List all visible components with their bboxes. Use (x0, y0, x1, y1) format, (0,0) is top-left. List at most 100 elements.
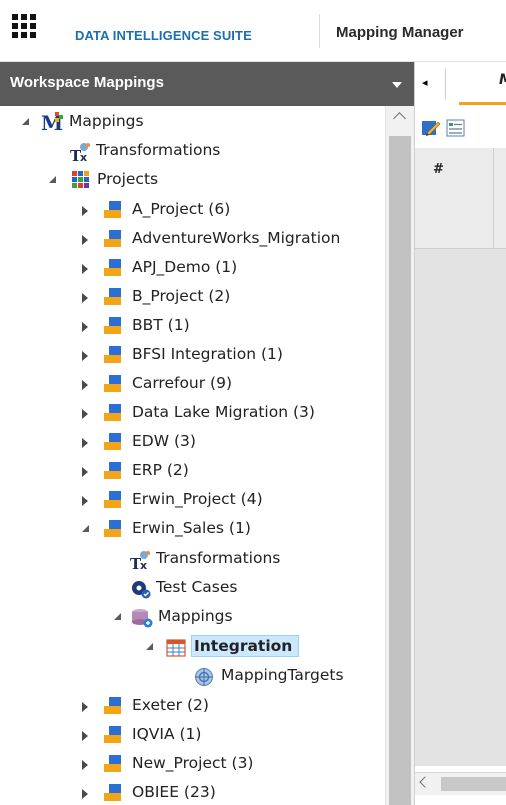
tree-node-project[interactable]: New_Project (3) (0, 750, 385, 778)
mapping-table-icon (166, 639, 186, 657)
transformations-icon: T x (130, 551, 150, 570)
tree-label: BBT (1) (132, 316, 190, 334)
horizontal-scrollbar[interactable] (415, 772, 506, 795)
tab-scroll-left-icon[interactable]: ◂ (422, 76, 428, 89)
tree-node-project[interactable]: IQVIA (1) (0, 721, 385, 749)
collapsed-arrow-icon[interactable] (82, 293, 88, 303)
scroll-up-arrow-icon[interactable] (393, 112, 406, 125)
tree-node-mappings-folder[interactable]: Mappings (0, 603, 385, 631)
tree-label: APJ_Demo (1) (132, 258, 238, 276)
tree-node-project[interactable]: Data Lake Migration (3) (0, 399, 385, 427)
tree-node-mapping-targets[interactable]: MappingTargets (0, 662, 385, 690)
collapsed-arrow-icon[interactable] (82, 380, 88, 390)
transformations-icon: T x (70, 143, 90, 162)
toolbar (415, 106, 506, 149)
tree-label: Erwin_Project (4) (132, 490, 263, 508)
expanded-arrow-icon[interactable] (22, 118, 29, 125)
collapsed-arrow-icon[interactable] (82, 731, 88, 741)
expanded-arrow-icon[interactable] (114, 613, 121, 620)
brand-label[interactable]: DATA INTELLIGENCE SUITE (75, 28, 252, 43)
tree-node-project[interactable]: BBT (1) (0, 312, 385, 340)
scrollbar-thumb[interactable] (389, 136, 411, 805)
tree-node-project[interactable]: Exeter (2) (0, 692, 385, 720)
svg-text:x: x (140, 559, 147, 570)
collapsed-arrow-icon[interactable] (82, 206, 88, 216)
column-header-number: # (433, 162, 444, 177)
tree-node-project[interactable]: Carrefour (9) (0, 370, 385, 398)
tree-label: Projects (97, 170, 159, 188)
project-icon (104, 259, 121, 276)
tree-label: A_Project (6) (132, 200, 231, 218)
tree-node-test-cases[interactable]: Test Cases (0, 574, 385, 602)
tree-node-project[interactable]: OBIEE (23) (0, 779, 385, 805)
collapsed-arrow-icon[interactable] (82, 322, 88, 332)
collapsed-arrow-icon[interactable] (82, 264, 88, 274)
app-title: Mapping Manager (336, 24, 464, 41)
app-menu-grid-icon[interactable] (12, 14, 36, 38)
collapsed-arrow-icon[interactable] (82, 351, 88, 361)
tree-label: Transformations (156, 549, 281, 567)
tree-label: Exeter (2) (132, 696, 209, 714)
tab-divider (445, 68, 446, 100)
tree-node-project[interactable]: B_Project (2) (0, 283, 385, 311)
tree-label: OBIEE (23) (132, 783, 216, 801)
column-divider[interactable] (493, 148, 494, 248)
collapsed-arrow-icon[interactable] (82, 467, 88, 477)
scroll-left-arrow-icon[interactable] (419, 776, 431, 788)
collapsed-arrow-icon[interactable] (82, 496, 88, 506)
tree-node-project[interactable]: ERP (2) (0, 457, 385, 485)
svg-text:M: M (41, 111, 63, 133)
tree-node-integration-selected[interactable]: Integration (0, 633, 385, 661)
tab-label: M (499, 72, 506, 88)
tree-node-project[interactable]: AdventureWorks_Migration (0, 225, 385, 253)
mappings-database-icon (132, 609, 153, 628)
project-icon (104, 230, 121, 247)
tree-node-transformations[interactable]: T x Transformations (0, 137, 385, 165)
tree-node-root-mappings[interactable]: M Mappings (0, 108, 385, 136)
mapping-targets-icon (195, 668, 213, 686)
mapping-grid: # (415, 148, 506, 766)
project-icon (104, 317, 121, 334)
project-icon (104, 726, 121, 743)
collapsed-arrow-icon[interactable] (82, 702, 88, 712)
tree-node-project[interactable]: A_Project (6) (0, 196, 385, 224)
tree-label: ERP (2) (132, 461, 189, 479)
collapsed-arrow-icon[interactable] (82, 760, 88, 770)
tab-mapping-active[interactable]: M (459, 62, 506, 105)
collapsed-arrow-icon[interactable] (82, 789, 88, 799)
tree-node-project[interactable]: BFSI Integration (1) (0, 341, 385, 369)
tree-vertical-scrollbar[interactable] (385, 106, 414, 805)
edit-pencil-icon[interactable] (421, 118, 441, 138)
tree-node-project[interactable]: Erwin_Project (4) (0, 486, 385, 514)
panel-dropdown-icon[interactable] (392, 82, 402, 88)
project-icon (104, 755, 121, 772)
expanded-arrow-icon[interactable] (82, 525, 89, 532)
tree-label: Erwin_Sales (1) (132, 519, 251, 537)
mapping-editor-panel: ◂ M # (414, 62, 506, 805)
properties-grid-icon[interactable] (446, 118, 466, 138)
tree-label: Mappings (158, 607, 233, 625)
collapsed-arrow-icon[interactable] (82, 409, 88, 419)
project-icon (104, 520, 121, 537)
test-cases-gear-icon (132, 581, 151, 599)
project-icon (104, 346, 121, 363)
tree-node-project[interactable]: APJ_Demo (1) (0, 254, 385, 282)
expanded-arrow-icon[interactable] (49, 176, 56, 183)
tree-node-projects[interactable]: Projects (0, 166, 385, 194)
horizontal-scrollbar-thumb[interactable] (441, 777, 506, 791)
tree-node-project-transformations[interactable]: T x Transformations (0, 545, 385, 573)
tree-label: IQVIA (1) (132, 725, 202, 743)
grid-header: # (415, 148, 506, 249)
collapsed-arrow-icon[interactable] (82, 438, 88, 448)
tree-label: BFSI Integration (1) (132, 345, 283, 363)
tree-node-project-expanded[interactable]: Erwin_Sales (1) (0, 515, 385, 543)
project-icon (104, 288, 121, 305)
workspace-tree: M Mappings T x Transformations Projects … (0, 106, 385, 805)
expanded-arrow-icon[interactable] (146, 643, 153, 650)
project-icon (104, 375, 121, 392)
top-bar: DATA INTELLIGENCE SUITE Mapping Manager (0, 0, 506, 62)
project-icon (104, 462, 121, 479)
collapsed-arrow-icon[interactable] (82, 235, 88, 245)
project-icon (104, 784, 121, 801)
tree-node-project[interactable]: EDW (3) (0, 428, 385, 456)
